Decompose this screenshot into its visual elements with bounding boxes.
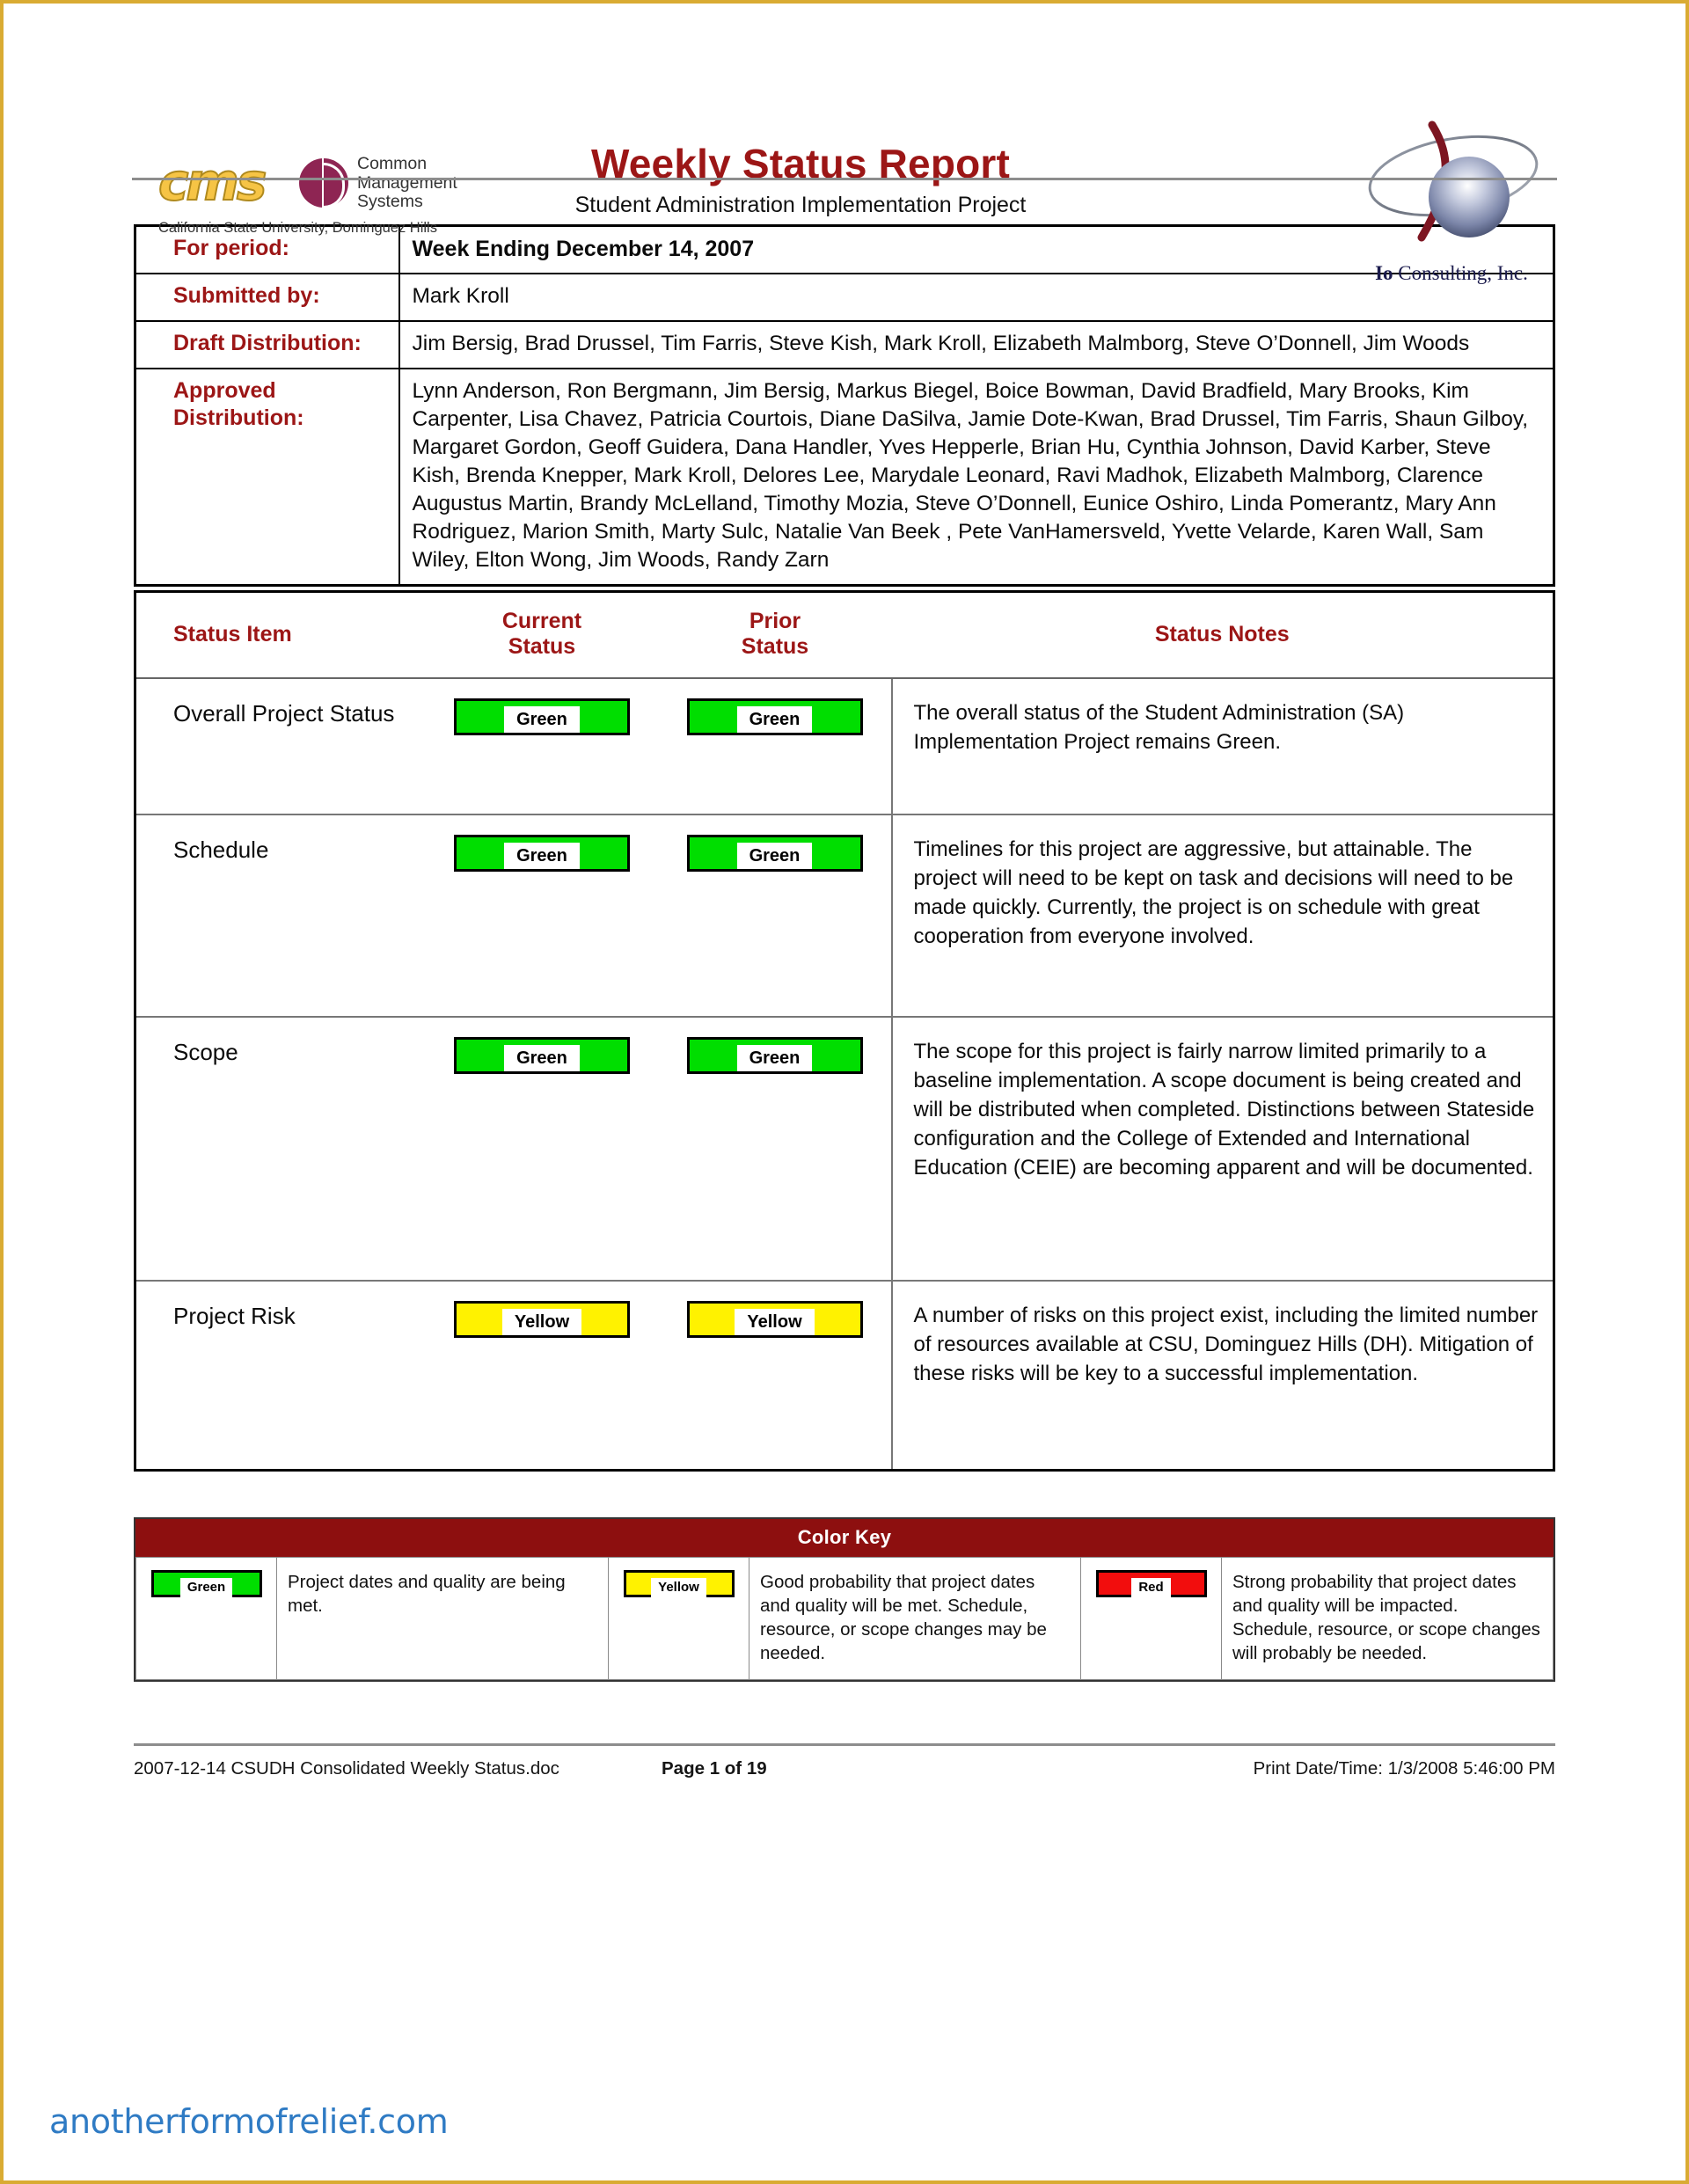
status-badge-label: Green bbox=[736, 843, 813, 869]
io-name-bold: Io bbox=[1375, 262, 1393, 284]
key-badge-red: Red bbox=[1095, 1569, 1207, 1597]
key-swatch-green-cell: Green bbox=[135, 1556, 277, 1680]
status-badge: Yellow bbox=[454, 1301, 630, 1338]
key-description-red: Strong probability that project dates an… bbox=[1221, 1556, 1554, 1680]
table-row: Project Risk Yellow Yellow A number of r… bbox=[135, 1281, 1554, 1470]
key-badge-green-label: Green bbox=[179, 1577, 233, 1597]
document-header: cms Common Management Systems California… bbox=[132, 0, 1557, 284]
current-status-cell: Green bbox=[425, 814, 659, 1018]
status-item-label: Schedule bbox=[135, 814, 426, 1018]
color-key-title: Color Key bbox=[135, 1518, 1554, 1557]
prior-status-cell: Yellow bbox=[659, 1281, 892, 1470]
key-description-green: Project dates and quality are being met. bbox=[276, 1556, 609, 1680]
key-badge-green: Green bbox=[150, 1569, 262, 1597]
prior-status-cell: Green bbox=[658, 814, 892, 1018]
status-item-label: Scope bbox=[135, 1017, 426, 1282]
info-label-draft-distribution: Draft Distribution: bbox=[134, 320, 400, 369]
io-consulting-logo: Io Consulting, Inc. bbox=[1337, 106, 1566, 284]
status-badge: Green bbox=[454, 1037, 630, 1074]
key-badge-yellow: Yellow bbox=[623, 1569, 735, 1597]
cms-line-2: Management bbox=[357, 172, 457, 193]
table-row: Schedule Green Green Timelines for this … bbox=[135, 814, 1554, 1018]
header-prior-line2: Status bbox=[741, 634, 809, 659]
prior-status-cell: Green bbox=[658, 678, 892, 815]
footer-print-value: 1/3/2008 5:46:00 PM bbox=[1387, 1757, 1555, 1779]
color-key-table: Green Project dates and quality are bein… bbox=[135, 1556, 1554, 1680]
status-notes-cell: A number of risks on this project exist,… bbox=[890, 1281, 1554, 1470]
status-badge-label: Green bbox=[504, 706, 580, 733]
footer-print-label: Print Date/Time: bbox=[1253, 1757, 1383, 1779]
status-badge: Yellow bbox=[686, 1301, 863, 1338]
table-row: Approved Distribution: Lynn Anderson, Ro… bbox=[134, 368, 1555, 587]
key-swatch-yellow-cell: Yellow bbox=[608, 1556, 749, 1680]
current-status-cell: Yellow bbox=[426, 1281, 659, 1470]
status-item-label: Project Risk bbox=[173, 1303, 296, 1329]
header-current-status: Current Status bbox=[425, 591, 659, 679]
title-block: Weekly Status Report Student Administrat… bbox=[466, 141, 1135, 220]
header-prior-status: Prior Status bbox=[658, 591, 892, 679]
cms-line-3: Systems bbox=[357, 192, 423, 211]
status-badge: Green bbox=[686, 698, 863, 735]
status-badge-label: Green bbox=[736, 706, 813, 733]
current-status-cell: Green bbox=[425, 1017, 659, 1282]
status-notes-cell: Timelines for this project are aggressiv… bbox=[890, 814, 1554, 1018]
io-consulting-name: Io Consulting, Inc. bbox=[1337, 262, 1566, 285]
table-row: Green Project dates and quality are bein… bbox=[135, 1556, 1554, 1680]
header-prior-line1: Prior bbox=[749, 609, 801, 633]
status-badge-label: Green bbox=[736, 1045, 813, 1071]
status-badge-label: Green bbox=[504, 1045, 580, 1071]
footer-filename: 2007-12-14 CSUDH Consolidated Weekly Sta… bbox=[134, 1757, 559, 1779]
header-divider bbox=[132, 178, 1557, 180]
status-notes-cell: The scope for this project is fairly nar… bbox=[890, 1017, 1554, 1282]
key-description-yellow: Good probability that project dates and … bbox=[749, 1556, 1081, 1680]
status-badge: Green bbox=[454, 698, 630, 735]
cms-wordmark-text: cms bbox=[157, 152, 267, 212]
table-row: Draft Distribution: Jim Bersig, Brad Dru… bbox=[134, 320, 1555, 369]
table-row: Overall Project Status Green Green The o… bbox=[135, 678, 1554, 815]
info-label-approved-distribution: Approved Distribution: bbox=[134, 368, 400, 587]
cms-line-1: Common bbox=[357, 154, 428, 173]
prior-status-cell: Green bbox=[658, 1017, 892, 1282]
page-subtitle: Student Administration Implementation Pr… bbox=[574, 193, 1027, 217]
header-current-line2: Status bbox=[508, 634, 576, 659]
site-watermark: anotherformofrelief.com bbox=[49, 2102, 449, 2141]
cms-logo-subtitle: California State University, Dominguez H… bbox=[158, 220, 437, 236]
status-notes-cell: The overall status of the Student Admini… bbox=[890, 678, 1554, 815]
info-value-draft-distribution: Jim Bersig, Brad Drussel, Tim Farris, St… bbox=[398, 320, 1555, 369]
status-badge-label: Yellow bbox=[735, 1309, 815, 1335]
status-badge: Green bbox=[454, 835, 630, 872]
color-key: Color Key Green Project dates and qualit… bbox=[134, 1516, 1555, 1682]
status-badge: Green bbox=[686, 1037, 863, 1074]
status-table-header-row: Status Item Current Status Prior Status … bbox=[135, 591, 1554, 679]
header-current-line1: Current bbox=[501, 609, 582, 633]
header-status-notes: Status Notes bbox=[891, 591, 1554, 679]
info-label-submitted-by: Submitted by: bbox=[134, 273, 400, 322]
io-sphere-icon bbox=[1368, 121, 1539, 242]
current-status-cell: Green bbox=[425, 678, 659, 815]
info-value-approved-distribution: Lynn Anderson, Ron Bergmann, Jim Bersig,… bbox=[398, 368, 1555, 587]
status-badge-label: Green bbox=[504, 843, 580, 869]
status-badge: Green bbox=[686, 835, 863, 872]
key-badge-yellow-label: Yellow bbox=[651, 1577, 706, 1597]
footer-page-number: Page 1 of 19 bbox=[662, 1757, 767, 1779]
footer-print-info: Print Date/Time: 1/3/2008 5:46:00 PM bbox=[890, 1758, 1555, 1779]
cms-circle-icon bbox=[299, 158, 348, 208]
cms-logo: cms Common Management Systems California… bbox=[157, 152, 457, 249]
footer-divider bbox=[134, 1742, 1555, 1746]
io-name-rest: Consulting, Inc. bbox=[1393, 262, 1528, 284]
document-page: cms Common Management Systems California… bbox=[0, 0, 1689, 2184]
status-badge-label: Yellow bbox=[501, 1309, 582, 1335]
key-badge-red-label: Red bbox=[1131, 1577, 1171, 1597]
header-status-item: Status Item bbox=[135, 591, 426, 679]
status-table: Status Item Current Status Prior Status … bbox=[134, 590, 1555, 1472]
table-row: Scope Green Green The scope for this pro… bbox=[135, 1017, 1554, 1282]
document-footer: 2007-12-14 CSUDH Consolidated Weekly Sta… bbox=[134, 1758, 1555, 1779]
status-item-label: Overall Project Status bbox=[135, 678, 426, 815]
key-swatch-red-cell: Red bbox=[1080, 1556, 1222, 1680]
cms-logo-lines: Common Management Systems bbox=[357, 154, 457, 212]
